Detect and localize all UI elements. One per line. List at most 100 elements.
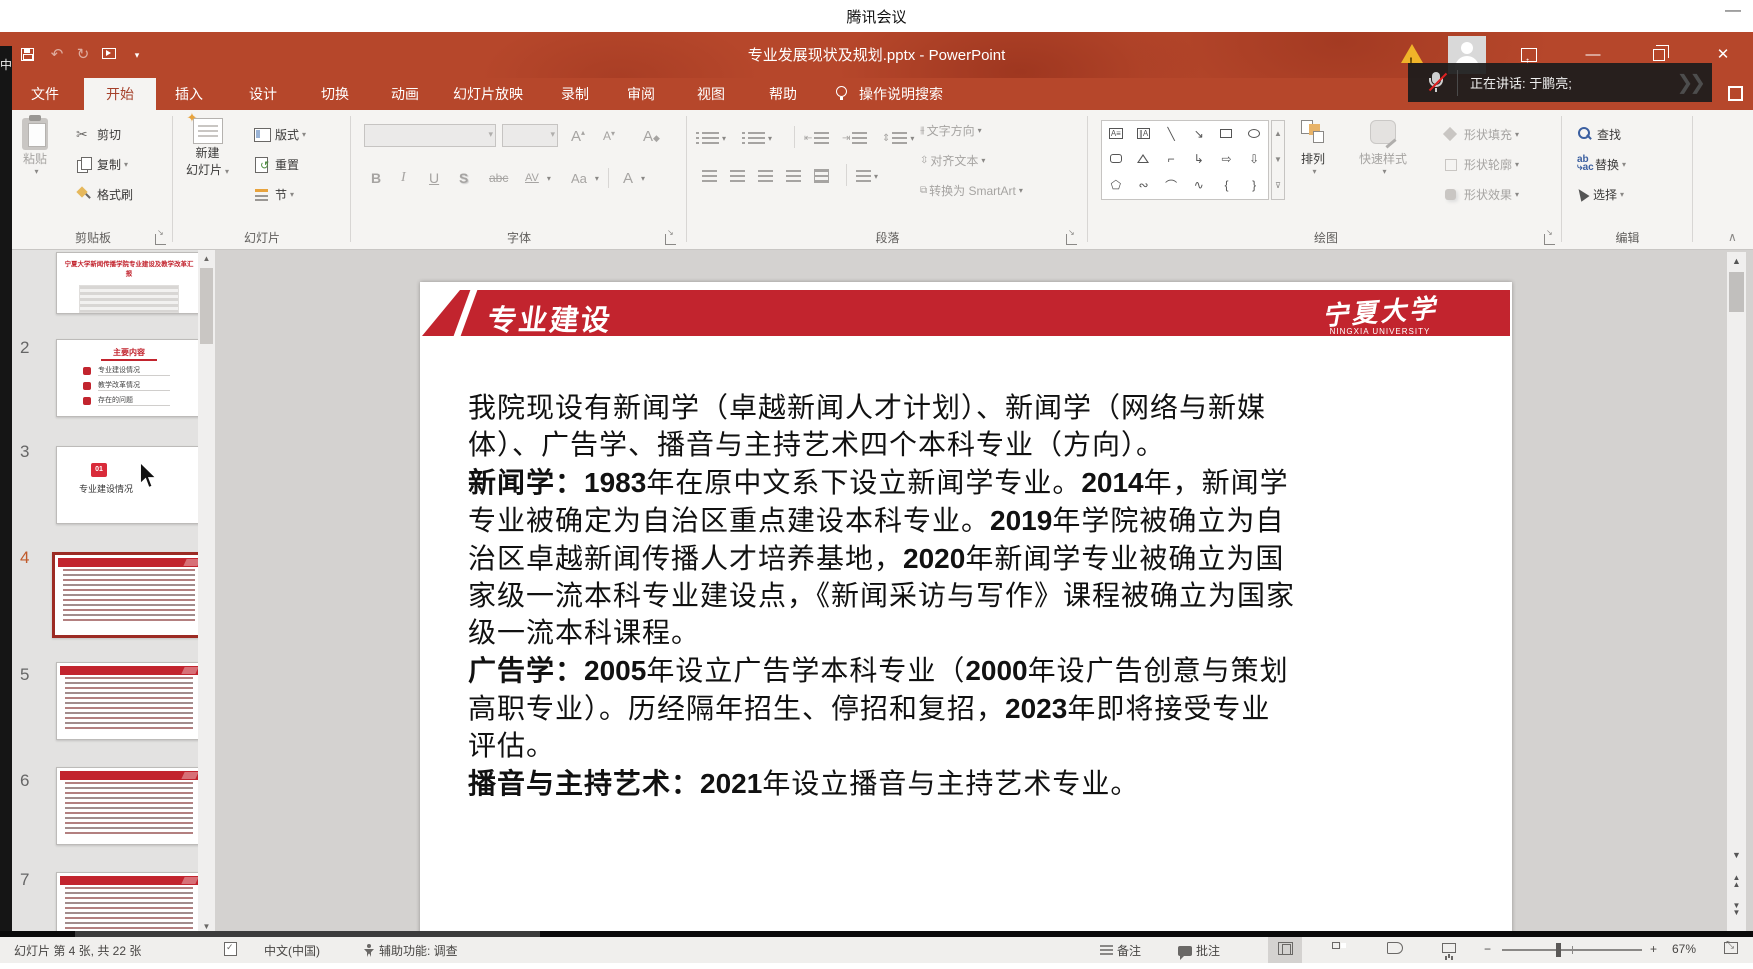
freeform-shape-icon[interactable]: ⬠ [1102,171,1130,199]
scroll-up-icon[interactable]: ▲ [198,250,215,267]
text-direction-button[interactable]: ⫵文字方向▾ [920,118,982,142]
thumbnail-slide-6[interactable] [56,767,202,845]
font-color-button[interactable]: A▾ [618,166,645,190]
grow-font-button[interactable]: A▴ [566,124,590,148]
find-button[interactable]: 查找 [1577,122,1621,146]
comments-button[interactable]: 批注 [1178,942,1220,959]
thumbnail-slide-7[interactable] [56,872,202,935]
slide-indicator[interactable]: 幻灯片 第 4 张, 共 22 张 [14,942,141,959]
shape-fill-button[interactable]: 形状填充▾ [1443,122,1519,146]
cut-button[interactable]: 剪切 [76,122,121,146]
shapes-gallery[interactable]: A≡ ∥A ╲ ↘ ⌐ ↳ ⇨ ⇩ ⬠ ∾ ⌒ ∿ { [1101,120,1269,200]
format-painter-button[interactable]: 格式刷 [76,182,133,206]
scroll-up-icon[interactable]: ▲ [1727,252,1746,270]
thumbnail-slide-2[interactable]: 主要内容 专业建设情况 教学改革情况 存在的问题 [56,339,202,417]
normal-view-button[interactable] [1268,936,1302,963]
select-button[interactable]: 选择▾ [1577,182,1624,206]
fit-to-window-button[interactable] [1724,942,1738,957]
arc-shape-icon[interactable]: ⌒ [1157,171,1185,199]
tab-file[interactable]: 文件 [18,78,72,110]
zoom-out-button[interactable]: − [1484,942,1491,956]
paragraph-dialog-launcher[interactable] [1066,234,1077,245]
slide-canvas[interactable]: 专业建设 宁夏大学 NINGXIA UNIVERSITY 我院现设有新闻学（卓越… [420,282,1512,956]
elbow-arrow-connector-shape-icon[interactable]: ↳ [1185,146,1213,171]
scroll-down-icon[interactable]: ▼ [1727,846,1746,864]
tab-animations[interactable]: 动画 [378,78,432,110]
new-slide-button[interactable]: 新建 幻灯片▾ [186,118,229,178]
font-name-combobox[interactable] [364,124,496,147]
align-text-button[interactable]: ⇳对齐文本▾ [920,148,985,172]
paste-button[interactable]: 粘贴▾ [22,118,48,176]
distribute-button[interactable] [814,164,829,188]
numbering-button[interactable]: ▾ [748,126,772,150]
tab-review[interactable]: 审阅 [614,78,668,110]
elbow-connector-shape-icon[interactable]: ⌐ [1157,146,1185,171]
decrease-indent-button[interactable]: ⇤ [804,126,829,150]
bold-button[interactable]: B [366,166,386,190]
tab-help[interactable]: 帮助 [756,78,810,110]
next-slide-button[interactable]: ▼▼ [1727,900,1746,918]
justify-button[interactable] [786,164,801,188]
slide-thumbnail-panel[interactable]: 宁夏大学新闻传播学院专业建设及教学改革汇报 2 主要内容 专业建设情况 教学改革… [12,250,215,935]
right-arrow-shape-icon[interactable]: ⇨ [1213,146,1241,171]
shape-effects-button[interactable]: 形状效果▾ [1443,182,1519,206]
shape-outline-button[interactable]: 形状轮廓▾ [1443,152,1519,176]
tab-transitions[interactable]: 切换 [308,78,362,110]
section-button[interactable]: 节▾ [254,182,294,206]
layout-button[interactable]: 版式▾ [254,122,306,146]
convert-smartart-button[interactable]: ⧉转换为 SmartArt▾ [920,178,1023,202]
tab-record[interactable]: 录制 [548,78,602,110]
tab-slideshow[interactable]: 幻灯片放映 [440,78,536,110]
replace-button[interactable]: ab⤷ac替换▾ [1577,152,1626,176]
left-brace-shape-icon[interactable]: { [1213,171,1241,199]
shadow-button[interactable]: S [454,166,473,190]
language-status[interactable]: 中文(中国) [264,942,320,959]
align-left-button[interactable] [702,164,717,188]
columns-button[interactable]: ▾ [856,164,878,188]
curve-shape-icon[interactable]: ∿ [1185,171,1213,199]
line-shape-icon[interactable]: ╲ [1157,121,1185,146]
strikethrough-button[interactable]: abc [484,166,513,190]
meeting-speaking-overlay[interactable]: 正在讲话: 于鹏亮; ❯❯ [1408,63,1712,102]
font-size-combobox[interactable] [502,124,558,147]
arrange-button[interactable]: 排列 ▾ [1301,120,1325,176]
reading-view-button[interactable] [1378,936,1412,963]
right-brace-shape-icon[interactable]: } [1240,171,1268,199]
collapse-ribbon-button[interactable]: ∧ [1728,230,1737,244]
font-dialog-launcher[interactable] [665,234,676,245]
quick-styles-button[interactable]: 快速样式 ▾ [1359,120,1407,176]
zoom-level[interactable]: 67% [1672,942,1696,956]
text-box-shape-icon[interactable]: A≡ [1102,121,1130,146]
tab-design[interactable]: 设计 [236,78,290,110]
rectangle-shape-icon[interactable] [1213,121,1241,146]
line-spacing-button[interactable]: ⇕▾ [882,126,914,150]
thumbnail-slide-5[interactable] [56,662,202,740]
change-case-button[interactable]: Aa▾ [566,166,599,190]
slide-scrollbar[interactable]: ▲ ▼ ▲▲ ▼▼ [1727,252,1746,935]
zoom-in-button[interactable]: + [1650,942,1657,956]
thumbnail-slide-1[interactable]: 宁夏大学新闻传播学院专业建设及教学改革汇报 [56,252,202,314]
previous-slide-button[interactable]: ▲▲ [1727,872,1746,890]
align-right-button[interactable] [758,164,773,188]
oval-shape-icon[interactable] [1240,121,1268,146]
reset-button[interactable]: 重置 [254,152,299,176]
scrollbar-thumb[interactable] [200,268,213,344]
increase-indent-button[interactable]: ⇥ [842,126,867,150]
rounded-rectangle-shape-icon[interactable] [1102,146,1130,171]
character-spacing-button[interactable]: AV▾ [520,166,551,190]
slide-body-text[interactable]: 我院现设有新闻学（卓越新闻人才计划）、新闻学（网络与新媒体）、广告学、播音与主持… [468,390,1468,803]
meeting-minimize-button[interactable]: — [1725,2,1741,20]
shapes-gallery-scrollbar[interactable]: ▲▼⊽ [1271,120,1285,200]
drawing-dialog-launcher[interactable] [1544,234,1555,245]
align-center-button[interactable] [730,164,745,188]
triangle-shape-icon[interactable] [1130,146,1158,171]
clear-formatting-button[interactable]: A◆ [638,124,665,148]
spell-check-button[interactable] [224,942,237,956]
notes-button[interactable]: 备注 [1100,942,1141,959]
tab-insert[interactable]: 插入 [162,78,216,110]
arrow-shape-icon[interactable]: ↘ [1185,121,1213,146]
thumbnail-slide-3[interactable]: 01 专业建设情况 [56,446,202,524]
clipboard-dialog-launcher[interactable] [155,234,166,245]
thumbnail-scrollbar[interactable]: ▲ ▼ [198,250,215,935]
slideshow-view-button[interactable] [1432,936,1466,963]
